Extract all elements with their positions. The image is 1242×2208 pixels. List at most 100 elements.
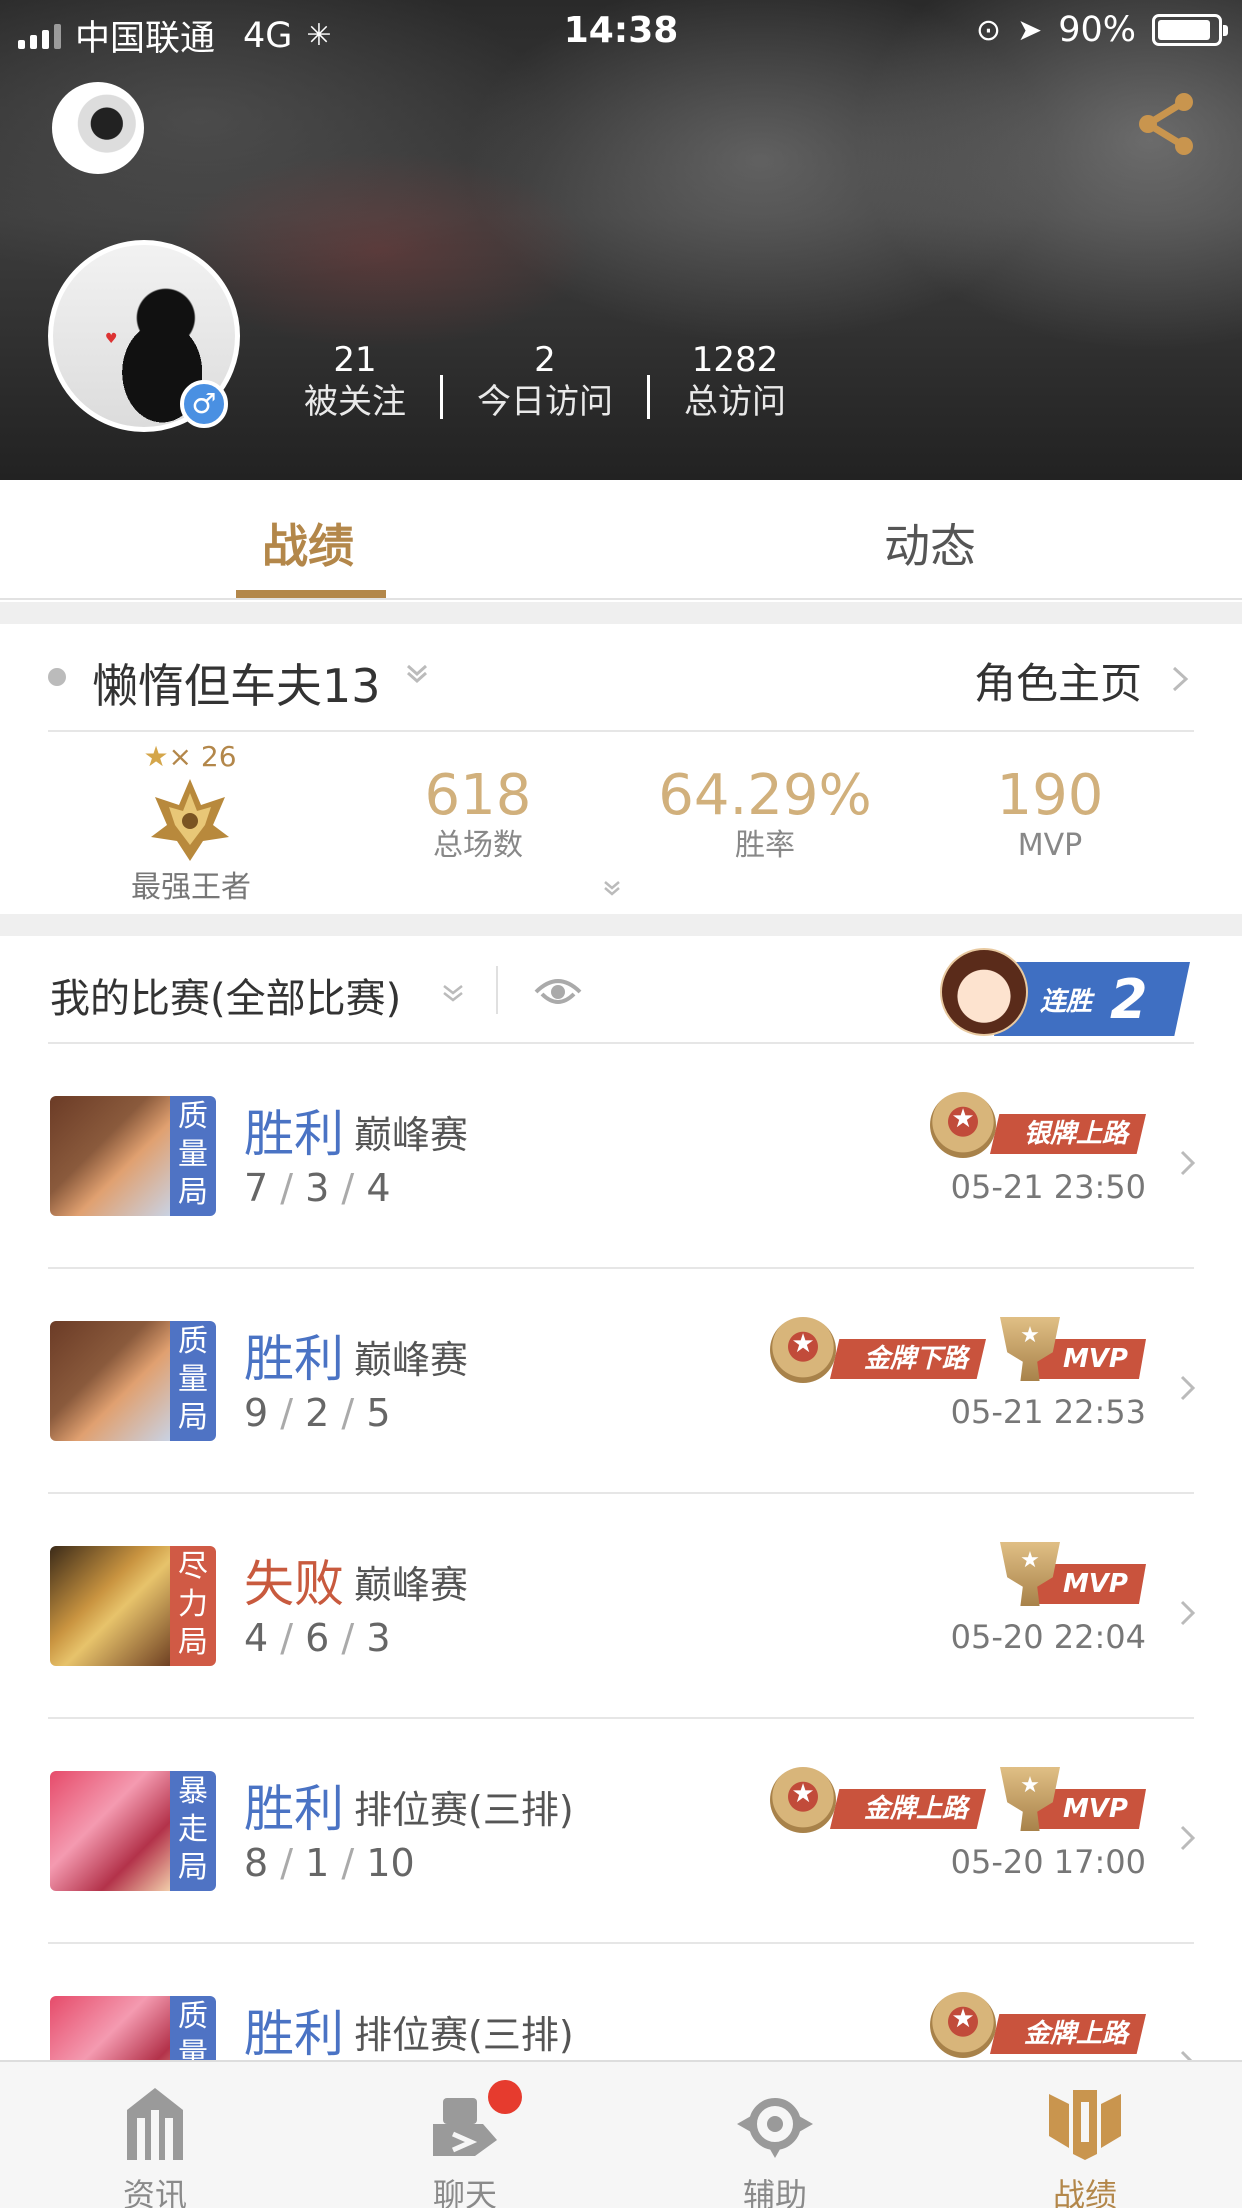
match-result: 失败 — [244, 1555, 344, 1613]
match-row[interactable]: 质量局 胜利 排位赛(三排) 金牌上路 — [0, 1944, 1242, 2060]
nav-record[interactable]: 战绩 — [930, 2062, 1240, 2208]
assists: 3 — [366, 1616, 391, 1660]
total-visits-stat[interactable]: 1282 总访问 — [650, 340, 820, 424]
chevron-down-icon[interactable] — [402, 658, 432, 688]
chevron-right-icon[interactable] — [1178, 1823, 1198, 1853]
chevron-down-icon[interactable] — [440, 980, 466, 1006]
unread-badge — [488, 2080, 522, 2114]
nav-assist-label: 辅助 — [742, 2176, 807, 2208]
followers-count: 21 — [333, 340, 377, 380]
total-games-label: 总场数 — [433, 828, 523, 863]
total-games-metric: 618 总场数 — [408, 764, 548, 864]
followers-stat[interactable]: 21 被关注 — [270, 340, 440, 424]
nav-news[interactable]: 资讯 — [0, 2062, 310, 2208]
chevron-right-icon[interactable] — [1178, 1598, 1198, 1628]
hero-portrait — [50, 1096, 174, 1216]
match-time: 05-20 22:04 — [950, 1618, 1146, 1656]
win-streak-label: 连胜 — [1040, 986, 1093, 1017]
today-visits-count: 2 — [534, 340, 556, 380]
total-games-value: 618 — [424, 763, 532, 828]
mvp-value: 190 — [996, 763, 1104, 828]
nav-assist[interactable]: 辅助 — [620, 2062, 930, 2208]
bottom-nav: 资讯 聊天 辅助 战绩 — [0, 2060, 1242, 2208]
match-result: 胜利 — [244, 2005, 344, 2060]
match-mode: 巅峰赛 — [354, 1338, 469, 1382]
section-gap — [0, 914, 1242, 936]
match-time: 05-20 17:00 — [950, 1843, 1146, 1881]
nav-chat-label: 聊天 — [432, 2176, 497, 2208]
visibility-eye-icon[interactable] — [532, 970, 584, 1010]
nav-news-label: 资讯 — [122, 2176, 187, 2208]
rank-name: 最强王者 — [131, 870, 251, 905]
win-rate-metric: 64.29% 胜率 — [650, 764, 880, 864]
tab-record[interactable]: 战绩 — [262, 510, 354, 576]
status-right: ⊙ ➤ 90% — [975, 10, 1228, 50]
route-badge-label: 金牌上路 — [989, 2014, 1146, 2054]
match-kda: 7 / 3 / 4 — [244, 1166, 391, 1210]
medal-icon — [930, 1092, 996, 1158]
chevron-right-icon[interactable] — [1178, 1373, 1198, 1403]
online-status-dot — [48, 668, 66, 686]
medal-icon — [770, 1767, 836, 1833]
route-badge: 金牌上路 — [770, 1767, 986, 1833]
match-quality-tag: 暴走局 — [170, 1771, 216, 1891]
match-quality-tag: 质量局 — [170, 1321, 216, 1441]
match-result: 胜利 — [244, 1330, 344, 1388]
chevron-right-icon[interactable] — [1178, 2048, 1198, 2060]
match-badges: 金牌下路 MVP — [770, 1317, 1146, 1383]
share-icon[interactable] — [1132, 88, 1202, 158]
followers-label: 被关注 — [304, 382, 406, 422]
today-visits-stat[interactable]: 2 今日访问 — [443, 340, 647, 424]
chevron-right-icon[interactable] — [1178, 1148, 1198, 1178]
match-row[interactable]: 尽力局 失败 巅峰赛 4 / 6 / 3 MVP 05-20 22:04 — [0, 1494, 1242, 1719]
nav-chat[interactable]: 聊天 — [310, 2062, 620, 2208]
kills: 9 — [244, 1391, 269, 1435]
win-streak-count: 2 — [1110, 967, 1148, 1031]
star-icon: ★ — [143, 740, 169, 773]
role-home-link[interactable]: 角色主页 — [974, 650, 1142, 711]
mvp-badge: MVP — [1000, 1317, 1146, 1383]
mascot-avatar-icon — [940, 948, 1028, 1036]
assists: 5 — [366, 1391, 391, 1435]
hero-portrait — [50, 1771, 174, 1891]
matches-filter[interactable]: 我的比赛(全部比赛) — [50, 966, 401, 1024]
total-visits-label: 总访问 — [684, 382, 786, 422]
route-badge-label: 金牌上路 — [829, 1789, 986, 1829]
match-row[interactable]: 暴走局 胜利 排位赛(三排) 8 / 1 / 10 金牌上路 MVP 05-20… — [0, 1719, 1242, 1944]
tab-feed[interactable]: 动态 — [884, 510, 976, 576]
hero-portrait — [50, 1996, 174, 2060]
heart-icon: ♥ — [105, 331, 118, 347]
chevron-right-icon[interactable] — [1170, 664, 1192, 694]
match-list: 质量局 胜利 巅峰赛 7 / 3 / 4 银牌上路 05-21 23:50 质量… — [0, 1044, 1242, 2060]
section-gap — [0, 602, 1242, 624]
match-badges: 银牌上路 — [930, 1092, 1146, 1158]
assists: 4 — [366, 1166, 391, 1210]
match-badges: 金牌上路 MVP — [770, 1767, 1146, 1833]
match-mode: 巅峰赛 — [354, 1113, 469, 1157]
route-badge: 金牌下路 — [770, 1317, 986, 1383]
match-kda: 8 / 1 / 10 — [244, 1841, 415, 1885]
medal-icon — [770, 1317, 836, 1383]
match-row[interactable]: 质量局 胜利 巅峰赛 7 / 3 / 4 银牌上路 05-21 23:50 — [0, 1044, 1242, 1269]
rotation-lock-icon: ⊙ — [975, 12, 1002, 48]
expand-icon[interactable] — [600, 876, 624, 900]
battery-percent: 90% — [1058, 10, 1136, 50]
role-name[interactable]: 懒惰但车夫13 — [92, 650, 381, 716]
king-rank-crest-icon — [151, 779, 229, 861]
male-gender-icon: ♂ — [180, 380, 228, 428]
win-streak-badge: 连胜 2 — [940, 946, 1194, 1038]
deaths: 2 — [305, 1391, 330, 1435]
match-result: 胜利 — [244, 1105, 344, 1163]
match-quality-tag: 质量局 — [170, 1996, 216, 2060]
user-avatar-small[interactable] — [52, 82, 144, 174]
match-time: 05-21 23:50 — [950, 1168, 1146, 1206]
status-bar: 中国联通 4G ✳ 14:38 ⊙ ➤ 90% — [0, 0, 1242, 62]
active-tab-indicator — [236, 590, 386, 598]
deaths: 1 — [305, 1841, 330, 1885]
rank-star-count: × 26 — [168, 740, 237, 773]
rank-stars: ★× 26 — [120, 740, 260, 773]
rank-block[interactable]: ★× 26 — [120, 740, 260, 869]
match-row[interactable]: 质量局 胜利 巅峰赛 9 / 2 / 5 金牌下路 MVP 05-21 22:5… — [0, 1269, 1242, 1494]
match-result: 胜利 — [244, 1780, 344, 1838]
match-badges: MVP — [1000, 1542, 1146, 1608]
